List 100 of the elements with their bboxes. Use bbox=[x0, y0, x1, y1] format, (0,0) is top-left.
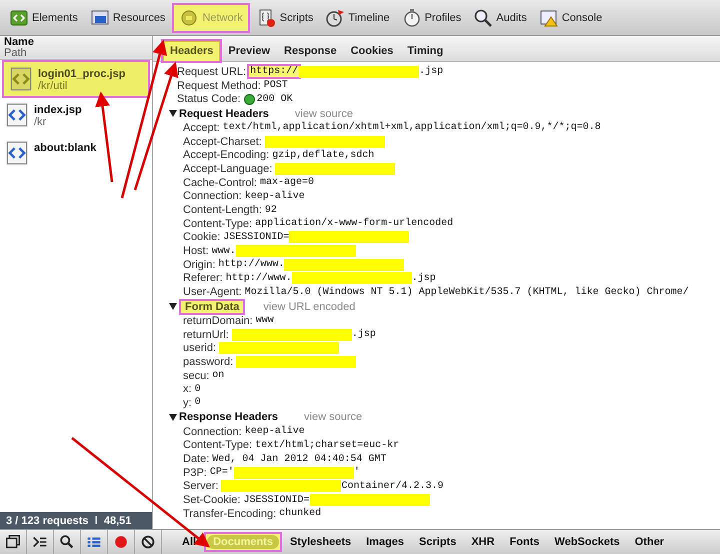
filter-tab[interactable]: Other bbox=[628, 533, 672, 551]
header-name: userid: bbox=[183, 342, 216, 354]
header-name: Date: bbox=[183, 453, 210, 466]
header-name: Request Method: bbox=[177, 80, 261, 92]
code-icon bbox=[9, 8, 29, 28]
header-name: Referer: bbox=[183, 272, 223, 284]
disclosure-triangle-icon[interactable] bbox=[169, 110, 177, 118]
header-value: Container/4.2.3.9 bbox=[341, 480, 444, 492]
header-name: Connection: bbox=[183, 426, 242, 438]
filter-tab[interactable]: All bbox=[175, 533, 204, 551]
header-value: 200 OK bbox=[256, 94, 293, 105]
section-title: Form Data bbox=[179, 298, 246, 314]
header-name: Content-Type: bbox=[183, 439, 252, 452]
header-name: Accept-Encoding: bbox=[183, 149, 270, 162]
header-name: x: bbox=[183, 383, 192, 396]
disclosure-triangle-icon[interactable] bbox=[169, 414, 177, 421]
header-value: POST bbox=[264, 80, 288, 92]
header-name: Accept: bbox=[183, 122, 220, 134]
document-icon bbox=[5, 140, 29, 166]
clear-icon[interactable] bbox=[139, 533, 157, 551]
header-value: keep-alive bbox=[244, 426, 305, 438]
view-source-link[interactable]: view source bbox=[294, 108, 353, 120]
detail-tab[interactable]: Preview bbox=[222, 42, 276, 61]
filter-tab[interactable]: XHR bbox=[464, 533, 502, 551]
document-icon bbox=[9, 66, 33, 92]
header-value: https:// bbox=[249, 66, 300, 78]
toolbar-button[interactable]: Scripts bbox=[252, 2, 318, 32]
status-dot-icon bbox=[244, 94, 255, 105]
header-name: Cookie: bbox=[183, 231, 220, 244]
toolbar-button[interactable]: Timeline bbox=[320, 2, 395, 32]
header-name: Origin: bbox=[183, 258, 216, 271]
header-name: secu: bbox=[183, 370, 210, 382]
filter-tab[interactable]: Fonts bbox=[502, 533, 547, 551]
header-value: JSESSIONID= bbox=[243, 494, 310, 506]
search-icon[interactable] bbox=[58, 533, 76, 551]
toolbar-button[interactable]: Resources bbox=[84, 2, 170, 32]
header-value: gzip,deflate,sdch bbox=[272, 150, 374, 161]
script-icon bbox=[256, 8, 277, 28]
header-value: http://www. bbox=[226, 272, 292, 284]
header-name: returnDomain: bbox=[183, 314, 253, 327]
header-name: y: bbox=[183, 396, 192, 409]
header-value: CP=' bbox=[210, 467, 234, 478]
header-name: Set-Cookie: bbox=[183, 494, 240, 506]
header-value: www. bbox=[212, 246, 236, 257]
header-value: chunked bbox=[279, 508, 322, 520]
request-summary: 3 / 123 requests ǀ 48,51 bbox=[6, 514, 132, 526]
stopwatch-icon bbox=[325, 8, 346, 28]
request-item[interactable]: index.jsp /kr bbox=[0, 98, 152, 136]
record-icon[interactable] bbox=[112, 533, 130, 551]
dock-icon[interactable] bbox=[4, 533, 22, 551]
header-value: JSESSIONID= bbox=[223, 232, 290, 243]
header-value: http://www. bbox=[218, 259, 284, 270]
column-header-label: Path bbox=[4, 48, 28, 59]
toolbar-button[interactable]: Profiles bbox=[396, 2, 466, 32]
detail-tab[interactable]: Timing bbox=[401, 42, 450, 61]
toolbar-button[interactable]: Elements bbox=[4, 2, 83, 32]
stopwatch-icon bbox=[402, 8, 422, 28]
toolbar-button[interactable]: Console bbox=[534, 2, 608, 32]
window-icon bbox=[90, 8, 110, 28]
header-value: .jsp bbox=[352, 329, 376, 340]
detail-tab[interactable]: Cookies bbox=[344, 42, 400, 61]
detail-tab[interactable]: Headers bbox=[163, 41, 220, 61]
header-name: Content-Length: bbox=[183, 204, 262, 216]
column-header-label: Name bbox=[4, 37, 35, 48]
filter-tab[interactable]: Stylesheets bbox=[282, 533, 358, 551]
header-value: 0 bbox=[194, 397, 201, 408]
header-name: password: bbox=[183, 356, 234, 368]
header-name: Content-Type: bbox=[183, 218, 252, 230]
header-name: User-Agent: bbox=[183, 286, 242, 298]
header-name: Server: bbox=[183, 480, 218, 492]
header-value: .jsp bbox=[412, 272, 436, 284]
header-value: www bbox=[256, 315, 274, 326]
globe-icon bbox=[179, 8, 200, 28]
header-value: ' bbox=[354, 467, 360, 478]
header-value: 92 bbox=[264, 204, 277, 216]
header-name: returnUrl: bbox=[183, 328, 229, 341]
filter-tab[interactable]: Scripts bbox=[412, 533, 464, 551]
console-warning-icon bbox=[538, 8, 559, 28]
detail-tab[interactable]: Response bbox=[278, 42, 343, 61]
request-name: index.jsp bbox=[34, 104, 82, 116]
filter-tab[interactable]: WebSockets bbox=[548, 533, 627, 551]
header-value: text/html,application/xhtml+xml,application/xml;q=0.9,*/*;q=0.8 bbox=[222, 122, 601, 134]
header-name: Transfer-Encoding: bbox=[183, 508, 276, 520]
filter-tab[interactable]: Images bbox=[359, 533, 412, 551]
request-item[interactable]: login01_proc.jsp /kr/util bbox=[2, 60, 150, 98]
section-title: Request Headers bbox=[179, 108, 269, 120]
view-source-link[interactable]: view source bbox=[304, 411, 362, 424]
request-name: login01_proc.jsp bbox=[38, 68, 126, 80]
header-name: Status Code: bbox=[177, 93, 241, 106]
header-name: Host: bbox=[183, 245, 209, 258]
header-value: Wed, 04 Jan 2012 04:40:54 GMT bbox=[212, 454, 386, 465]
view-source-link[interactable]: view URL encoded bbox=[263, 300, 356, 312]
request-name: about:blank bbox=[34, 142, 96, 154]
header-value: max-age=0 bbox=[260, 177, 314, 188]
header-value: text/html;charset=euc-kr bbox=[255, 440, 400, 451]
header-value: Mozilla/5.0 (Windows NT 5.1) AppleWebKit/535.7 (KHTML, like Gecko) Chrome/ bbox=[244, 286, 689, 298]
request-item[interactable]: about:blank bbox=[0, 136, 152, 174]
header-value: 0 bbox=[194, 384, 201, 395]
toolbar-button[interactable]: Audits bbox=[468, 2, 532, 32]
header-name: P3P: bbox=[183, 466, 207, 479]
